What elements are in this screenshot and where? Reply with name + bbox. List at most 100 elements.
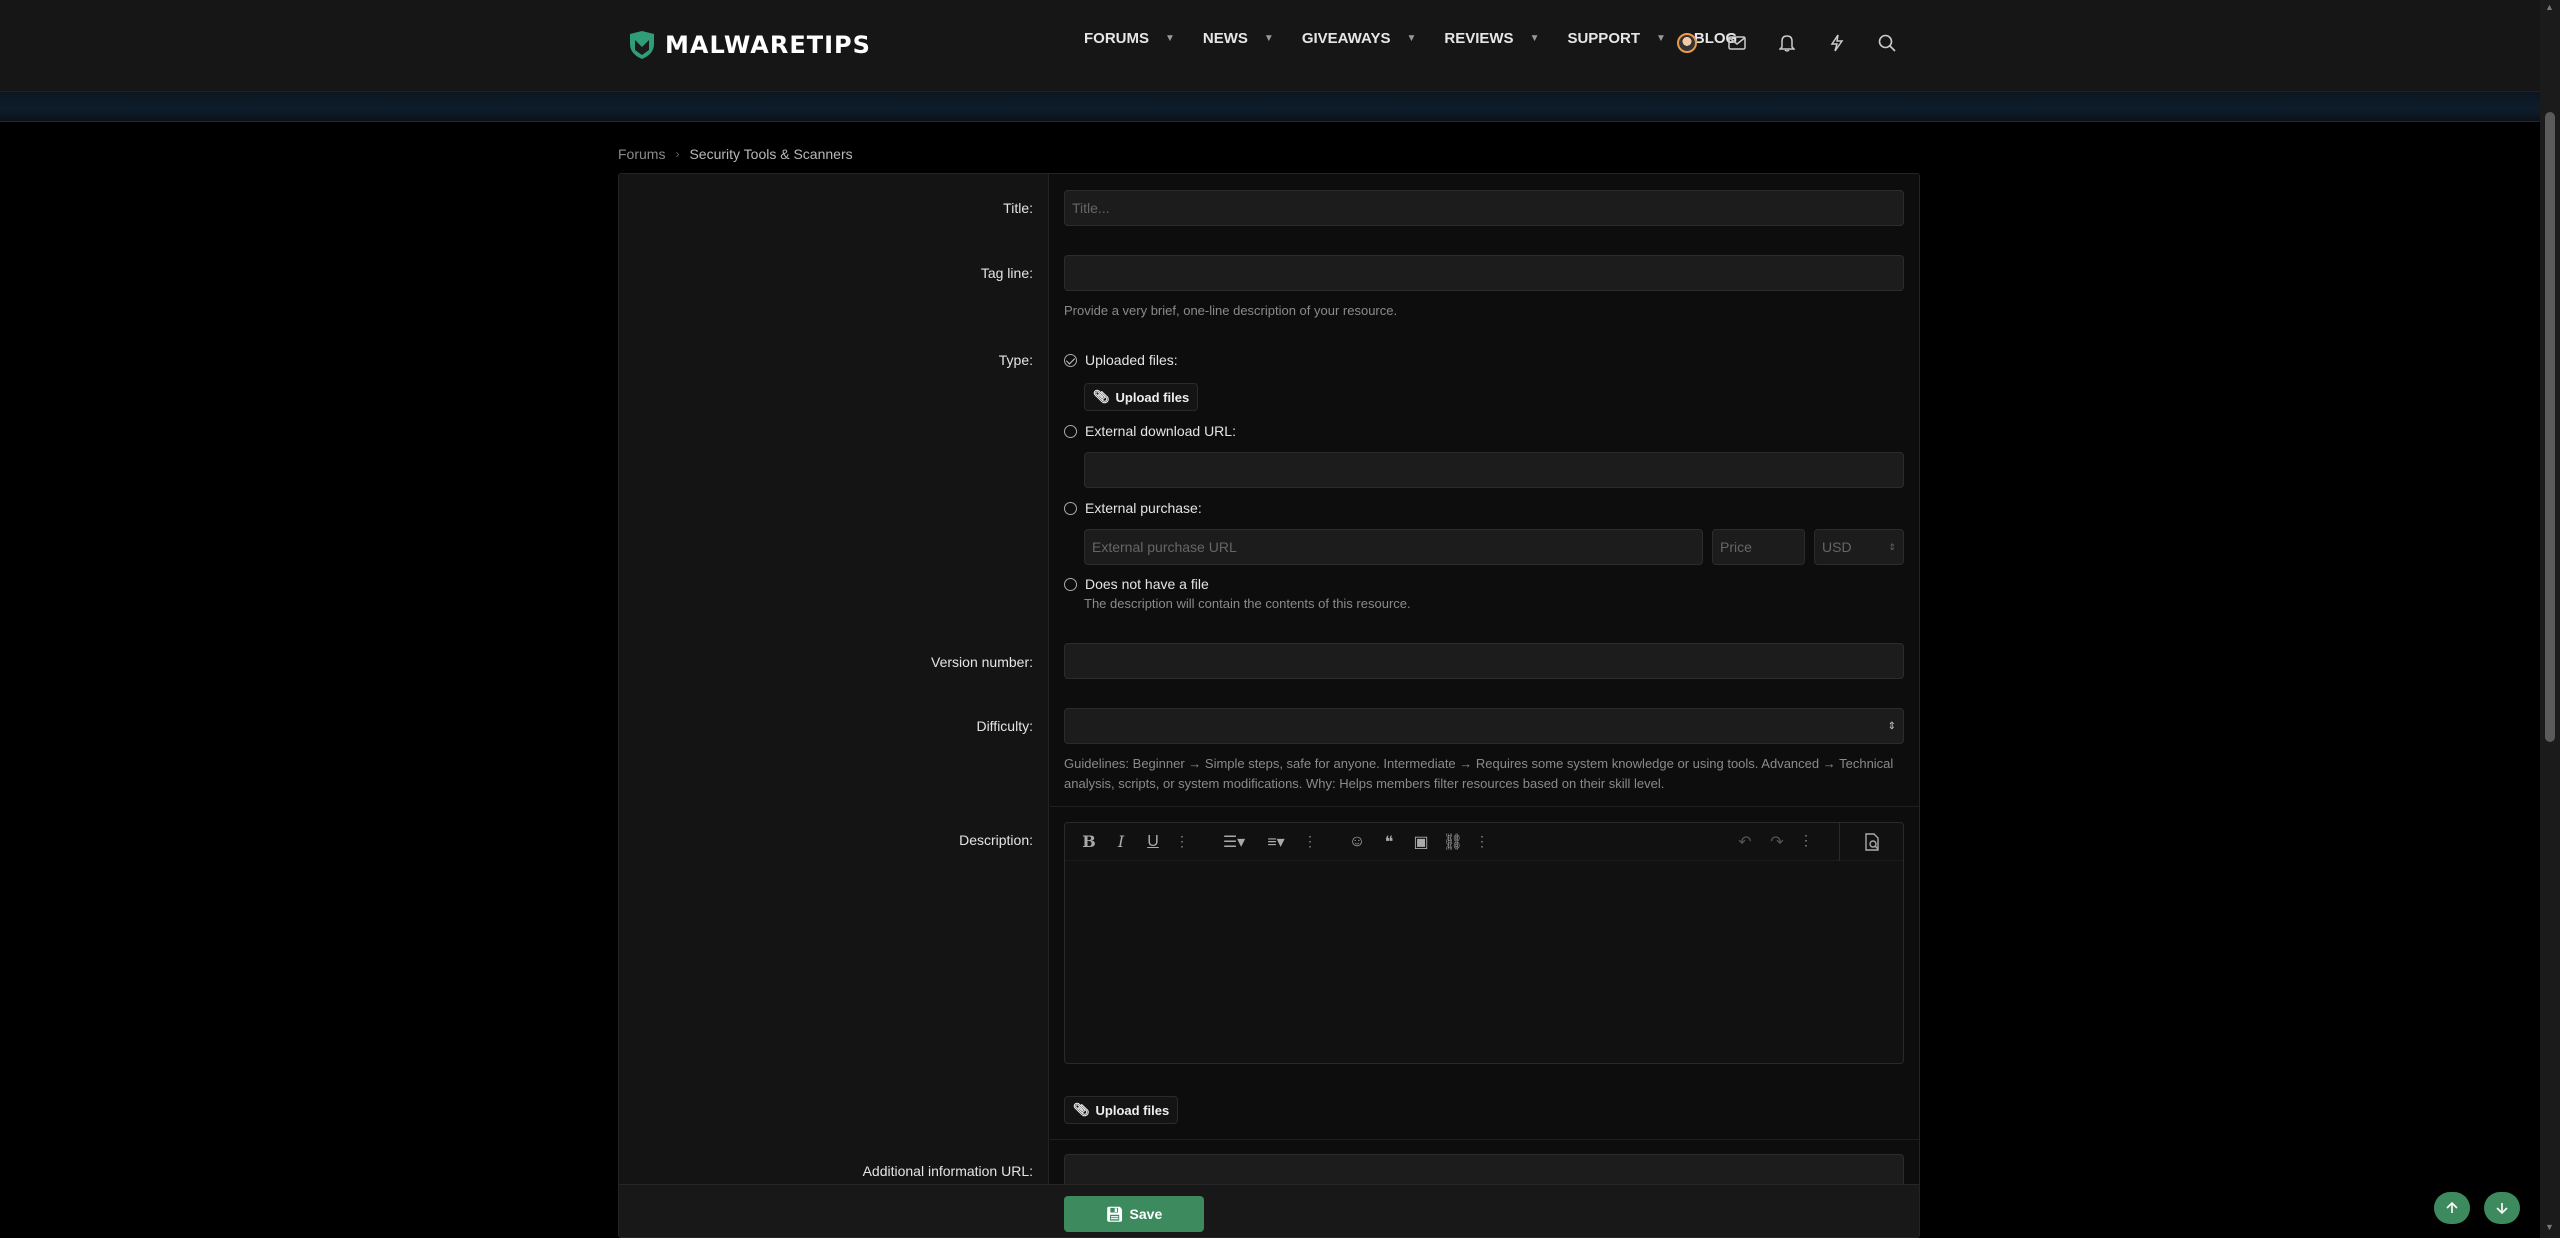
type-uploaded-label: Uploaded files: — [1085, 352, 1178, 368]
more-options-icon[interactable]: ⋮ — [1475, 833, 1489, 850]
resource-form: Title: Title... Tag line: Provide a very… — [618, 173, 1920, 1238]
save-button[interactable]: 💾︎ Save — [1064, 1196, 1204, 1232]
site-header: MALWARETIPS FORUMS ▼ NEWS ▼ GIVEAWAYS ▼ REV… — [0, 0, 2540, 92]
type-no-file-label: Does not have a file — [1085, 576, 1209, 592]
type-external-download-label: External download URL: — [1085, 423, 1236, 439]
breadcrumb-forums[interactable]: Forums — [618, 146, 665, 162]
link-icon[interactable]: ⛓ — [1443, 832, 1463, 852]
divider — [1050, 1139, 1919, 1140]
tagline-hint: Provide a very brief, one-line descripti… — [1064, 303, 1398, 318]
save-label: Save — [1129, 1206, 1163, 1222]
price-input[interactable]: Price — [1712, 529, 1805, 565]
select-arrows-icon: ⇕ — [1888, 541, 1896, 552]
tagline-input[interactable] — [1064, 255, 1904, 291]
scroll-down-arrow-icon[interactable]: ▼ — [2545, 1222, 2554, 1232]
chevron-down-icon[interactable]: ▼ — [1165, 33, 1175, 44]
purchase-url-input[interactable]: External purchase URL — [1084, 529, 1703, 565]
upload-files-button-2[interactable]: 📎︎ Upload files — [1064, 1096, 1179, 1124]
align-icon[interactable]: ≡▾ — [1261, 832, 1291, 852]
currency-select[interactable]: USD ⇕ — [1814, 529, 1904, 565]
more-options-icon[interactable]: ⋮ — [1799, 832, 1813, 852]
bold-icon[interactable]: B — [1079, 832, 1099, 852]
more-options-icon[interactable]: ⋮ — [1303, 833, 1317, 850]
more-options-icon[interactable]: ⋮ — [1175, 833, 1189, 850]
label-column — [619, 174, 1049, 1237]
upload-files-button[interactable]: 📎︎ Upload files — [1084, 383, 1199, 411]
difficulty-label: Difficulty: — [976, 718, 1033, 734]
editor-toolbar: B I U ⋮ ☰▾ ≡▾ ⋮ ☺ ❝ ▣ ⛓ ⋮ ↶ ↷ ⋮ — [1065, 823, 1903, 861]
image-icon[interactable]: ▣ — [1411, 832, 1431, 852]
user-avatar[interactable] — [1676, 32, 1698, 54]
lightning-icon[interactable] — [1826, 32, 1848, 54]
list-icon[interactable]: ☰▾ — [1219, 832, 1249, 852]
nav-reviews[interactable]: REVIEWS ▼ — [1444, 30, 1539, 47]
difficulty-select[interactable]: ⇕ — [1064, 708, 1904, 744]
scroll-bottom-button[interactable] — [2484, 1192, 2520, 1224]
currency-value: USD — [1822, 539, 1852, 555]
page-scrollbar[interactable]: ▲ ▼ — [2540, 0, 2560, 1238]
nav-support-label: SUPPORT — [1567, 30, 1640, 47]
select-arrows-icon: ⇕ — [1887, 720, 1896, 732]
type-external-purchase-label: External purchase: — [1085, 500, 1202, 516]
brand-name: MALWARETIPS — [665, 31, 871, 59]
avatar — [1677, 33, 1697, 53]
bell-icon[interactable] — [1776, 32, 1798, 54]
underline-icon[interactable]: U — [1143, 832, 1163, 852]
type-uploaded-option[interactable]: Uploaded files: — [1064, 352, 1178, 368]
nav-giveaways-label: GIVEAWAYS — [1301, 30, 1391, 47]
preview-icon[interactable] — [1839, 823, 1903, 861]
nav-support[interactable]: SUPPORT ▼ — [1567, 30, 1665, 47]
version-input[interactable] — [1064, 643, 1904, 679]
site-logo[interactable]: MALWARETIPS — [627, 30, 871, 60]
arrow-down-icon — [2496, 1203, 2508, 1215]
paperclip-icon: 📎︎ — [1073, 1102, 1090, 1117]
arrow-up-icon — [2446, 1201, 2458, 1213]
description-label: Description: — [959, 832, 1033, 848]
type-external-download-option[interactable]: External download URL: — [1064, 423, 1236, 439]
search-icon[interactable] — [1876, 32, 1898, 54]
nav-forums-label: FORUMS — [1084, 30, 1149, 47]
difficulty-hint: Guidelines: Beginner → Simple steps, saf… — [1064, 756, 1894, 791]
nav-news[interactable]: NEWS ▼ — [1203, 30, 1274, 47]
external-download-url-input[interactable] — [1084, 452, 1904, 488]
logo-shield-icon — [630, 31, 654, 59]
title-input[interactable]: Title... — [1064, 190, 1904, 226]
radio[interactable] — [1064, 577, 1077, 591]
nav-giveaways[interactable]: GIVEAWAYS ▼ — [1302, 30, 1417, 47]
quote-icon[interactable]: ❝ — [1379, 832, 1399, 852]
chevron-down-icon[interactable]: ▼ — [1406, 33, 1416, 44]
type-external-purchase-option[interactable]: External purchase: — [1064, 500, 1202, 516]
envelope-icon[interactable] — [1726, 32, 1748, 54]
history-tools: ↶ ↷ ⋮ — [1735, 832, 1813, 852]
redo-icon[interactable]: ↷ — [1767, 832, 1787, 852]
emoji-icon[interactable]: ☺ — [1347, 832, 1367, 852]
description-editor[interactable]: B I U ⋮ ☰▾ ≡▾ ⋮ ☺ ❝ ▣ ⛓ ⋮ ↶ ↷ ⋮ — [1064, 822, 1904, 1064]
title-label: Title: — [1003, 200, 1033, 216]
nav-reviews-label: REVIEWS — [1444, 30, 1514, 47]
chevron-down-icon[interactable]: ▼ — [1264, 33, 1274, 44]
additional-url-label: Additional information URL: — [862, 1163, 1033, 1179]
breadcrumb-current[interactable]: Security Tools & Scanners — [689, 146, 852, 162]
type-label: Type: — [998, 352, 1033, 368]
version-label: Version number: — [931, 654, 1033, 670]
scroll-top-button[interactable] — [2434, 1192, 2470, 1224]
scroll-up-arrow-icon[interactable]: ▲ — [2545, 2, 2554, 12]
chevron-down-icon[interactable]: ▼ — [1656, 33, 1666, 44]
radio-checked[interactable] — [1064, 353, 1077, 367]
radio[interactable] — [1064, 501, 1077, 515]
chevron-right-icon: › — [675, 147, 680, 161]
radio[interactable] — [1064, 424, 1077, 438]
italic-icon[interactable]: I — [1111, 832, 1131, 852]
nav-news-label: NEWS — [1202, 30, 1248, 47]
form-submit-bar: 💾︎ Save — [619, 1184, 1919, 1237]
header-icons — [1676, 32, 1898, 54]
main-nav: FORUMS ▼ NEWS ▼ GIVEAWAYS ▼ REVIEWS ▼ SUPPOR… — [1084, 30, 1765, 47]
upload-files-label: Upload files — [1115, 389, 1190, 405]
chevron-down-icon[interactable]: ▼ — [1530, 33, 1540, 44]
header-banner — [0, 92, 2540, 122]
undo-icon[interactable]: ↶ — [1735, 832, 1755, 852]
scrollbar-thumb[interactable] — [2545, 112, 2555, 742]
nav-forums[interactable]: FORUMS ▼ — [1084, 30, 1175, 47]
type-no-file-option[interactable]: Does not have a file — [1064, 576, 1209, 592]
tagline-label: Tag line: — [980, 265, 1033, 281]
